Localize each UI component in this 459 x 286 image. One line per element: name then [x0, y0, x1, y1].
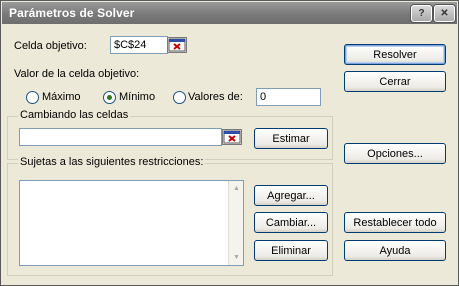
changing-cells-input[interactable] [19, 128, 222, 146]
radio-max[interactable] [26, 91, 39, 104]
close-icon[interactable]: ✕ [434, 5, 455, 22]
close-button[interactable]: Cerrar [344, 71, 446, 92]
range-select-icon[interactable] [222, 129, 242, 145]
solver-dialog: Parámetros de Solver ? ✕ Celda objetivo:… [0, 0, 459, 286]
radio-min[interactable] [103, 91, 116, 104]
change-constraint-button[interactable]: Cambiar... [254, 212, 328, 233]
radio-min-label: Mínimo [119, 91, 156, 103]
changing-cells-label: Cambiando las celdas [18, 109, 131, 121]
title-bar[interactable]: Parámetros de Solver ? ✕ [2, 2, 457, 24]
radio-value-of[interactable] [173, 91, 186, 104]
solve-button[interactable]: Resolver [344, 44, 446, 65]
window-title: Parámetros de Solver [9, 6, 135, 20]
scroll-up-icon[interactable]: ▲ [229, 181, 244, 196]
target-cell-input[interactable]: $C$24 [110, 36, 168, 54]
target-cell-label: Celda objetivo: [14, 40, 87, 52]
delete-constraint-button[interactable]: Eliminar [254, 240, 328, 261]
guess-button[interactable]: Estimar [254, 128, 328, 149]
help-icon[interactable]: ? [411, 5, 432, 22]
value-of-input[interactable]: 0 [256, 88, 321, 106]
constraints-list[interactable]: ▲ ▼ [19, 180, 244, 266]
reset-all-button[interactable]: Restablecer todo [344, 212, 446, 233]
target-value-label: Valor de la celda objetivo: [14, 68, 140, 80]
options-button[interactable]: Opciones... [344, 143, 446, 164]
radio-max-label: Máximo [42, 91, 81, 103]
constraints-scrollbar[interactable]: ▲ ▼ [228, 181, 243, 265]
scroll-down-icon[interactable]: ▼ [229, 250, 244, 265]
range-select-icon[interactable] [167, 37, 187, 53]
add-constraint-button[interactable]: Agregar... [254, 185, 328, 206]
constraints-label: Sujetas a las siguientes restricciones: [18, 156, 206, 168]
help-button[interactable]: Ayuda [344, 240, 446, 261]
radio-value-of-label: Valores de: [188, 91, 243, 103]
